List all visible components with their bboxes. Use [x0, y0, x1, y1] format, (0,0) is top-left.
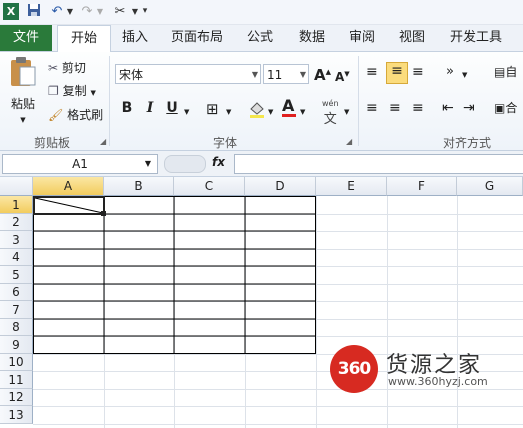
font-name-combo[interactable]: 宋体 ▼ — [115, 64, 261, 84]
clipboard-group-label: 剪贴板 — [33, 136, 70, 150]
phonetic-label: wén — [322, 99, 339, 108]
shrink-font-label: A — [335, 70, 345, 84]
copy-label: 复制 — [62, 84, 87, 98]
tab-file[interactable]: 文件 — [0, 25, 52, 51]
format-painter-label: 格式刷 — [67, 108, 104, 122]
tab-developer[interactable]: 开发工具 — [440, 25, 512, 51]
chevron-down-icon: ▼ — [20, 116, 26, 124]
phonetic-icon[interactable]: wén 文 — [322, 96, 339, 128]
underline-button[interactable]: U — [163, 100, 181, 116]
orientation-icon[interactable]: » — [446, 64, 454, 80]
formula-input[interactable] — [234, 154, 523, 174]
watermark: 360 货源之家 www.360hyzj.com — [330, 345, 520, 395]
wrap-text-icon: ▤ — [494, 65, 506, 79]
ribbon-home: 粘贴 ▼ ✂ 剪切 ❐ 复制 ▼ 🖌 格式刷 剪贴板 ◢ 宋体 ▼ 11 ▼ A… — [0, 52, 523, 151]
copy-button[interactable]: ❐ 复制 ▼ — [48, 83, 96, 101]
chevron-down-icon[interactable]: ▼ — [462, 67, 467, 83]
tab-view[interactable]: 视图 — [390, 25, 434, 51]
dropdown-arrow-icon[interactable]: ▼ — [131, 3, 139, 20]
tab-data[interactable]: 数据 — [290, 25, 334, 51]
cut-label: 剪切 — [61, 61, 86, 75]
cut-button[interactable]: ✂ 剪切 — [48, 60, 86, 76]
tab-insert[interactable]: 插入 — [113, 25, 157, 51]
font-color-icon[interactable]: A — [282, 98, 296, 117]
name-box[interactable]: A1 ▼ — [2, 154, 158, 174]
brush-icon: 🖌 — [48, 108, 64, 122]
redo-icon[interactable]: ↷ — [80, 3, 94, 20]
italic-button[interactable]: I — [141, 100, 159, 116]
font-name-value: 宋体 — [119, 68, 144, 82]
dialog-launcher-icon[interactable]: ◢ — [346, 137, 352, 146]
name-box-value: A1 — [72, 157, 88, 171]
shrink-font-button[interactable]: A▼ — [335, 66, 350, 85]
chevron-down-icon[interactable]: ▼ — [184, 104, 189, 120]
ribbon-tabs: 文件 开始 插入 页面布局 公式 数据 审阅 视图 开发工具 — [0, 25, 523, 53]
tab-home[interactable]: 开始 — [57, 25, 111, 53]
font-size-value: 11 — [267, 68, 283, 82]
increase-indent-icon[interactable]: ⇥ — [463, 100, 475, 116]
tab-formulas[interactable]: 公式 — [238, 25, 282, 51]
grow-font-button[interactable]: A▲ — [314, 64, 331, 83]
align-right-icon[interactable]: ≡ — [412, 100, 424, 116]
paste-icon — [11, 57, 36, 86]
dropdown-arrow-icon[interactable]: ▼ — [66, 3, 74, 20]
tab-page-layout[interactable]: 页面布局 — [165, 25, 229, 51]
chevron-down-icon: ▼ — [251, 70, 258, 79]
chevron-down-icon: ▼ — [90, 89, 96, 97]
tab-review[interactable]: 审阅 — [340, 25, 384, 51]
alignment-group-label: 对齐方式 — [442, 136, 491, 150]
chevron-down-icon[interactable]: ▼ — [344, 104, 349, 120]
merge-center-button[interactable]: ▣合 — [494, 100, 517, 116]
watermark-url: www.360hyzj.com — [388, 375, 488, 388]
dropdown-arrow-icon[interactable]: ▼ — [96, 3, 104, 20]
formula-divider — [164, 155, 206, 173]
borders-icon[interactable]: ⊞ — [206, 101, 219, 117]
align-bottom-icon[interactable]: ≡ — [412, 64, 424, 80]
format-painter-button[interactable]: 🖌 格式刷 — [48, 107, 103, 123]
chevron-down-icon[interactable]: ▼ — [226, 104, 231, 120]
formula-bar: A1 ▼ fx — [0, 151, 523, 177]
wrap-text-label: 自 — [505, 65, 518, 79]
wrap-text-button[interactable]: ▤自 — [494, 64, 517, 80]
merge-icon: ▣ — [494, 101, 506, 115]
dialog-launcher-icon[interactable]: ◢ — [100, 137, 106, 146]
paste-button[interactable]: 粘贴 ▼ — [6, 56, 40, 126]
scissors-icon: ✂ — [48, 61, 59, 75]
align-left-icon[interactable]: ≡ — [366, 100, 378, 116]
chevron-down-icon[interactable]: ▼ — [300, 104, 305, 120]
grow-font-label: A — [314, 66, 326, 84]
fill-color-icon[interactable] — [248, 100, 266, 122]
insert-function-icon[interactable]: fx — [212, 155, 225, 169]
align-middle-icon[interactable]: ≡ — [386, 62, 408, 84]
align-top-icon[interactable]: ≡ — [366, 64, 378, 80]
excel-logo-icon: X — [3, 3, 19, 20]
quick-access-toolbar: X ↶ ▼ ↷ ▼ ✂ ▼ ▾ — [0, 0, 523, 25]
chevron-down-icon: ▼ — [299, 70, 306, 79]
save-icon[interactable] — [26, 3, 42, 20]
fx-label: fx — [212, 155, 225, 169]
watermark-logo: 360 — [330, 345, 378, 393]
qat-menu-icon[interactable]: ▾ — [140, 3, 150, 20]
copy-icon: ❐ — [48, 84, 59, 98]
paste-label: 粘贴 — [10, 97, 35, 111]
font-size-combo[interactable]: 11 ▼ — [263, 64, 309, 84]
decrease-indent-icon[interactable]: ⇤ — [442, 100, 454, 116]
font-group-label: 字体 — [212, 136, 237, 150]
bold-button[interactable]: B — [118, 100, 136, 116]
chevron-down-icon[interactable]: ▼ — [268, 104, 273, 120]
undo-icon[interactable]: ↶ — [50, 3, 64, 20]
chevron-down-icon: ▼ — [144, 159, 151, 168]
merge-label: 合 — [505, 101, 518, 115]
customize-icon[interactable]: ✂ — [112, 3, 128, 20]
align-center-icon[interactable]: ≡ — [389, 100, 401, 116]
